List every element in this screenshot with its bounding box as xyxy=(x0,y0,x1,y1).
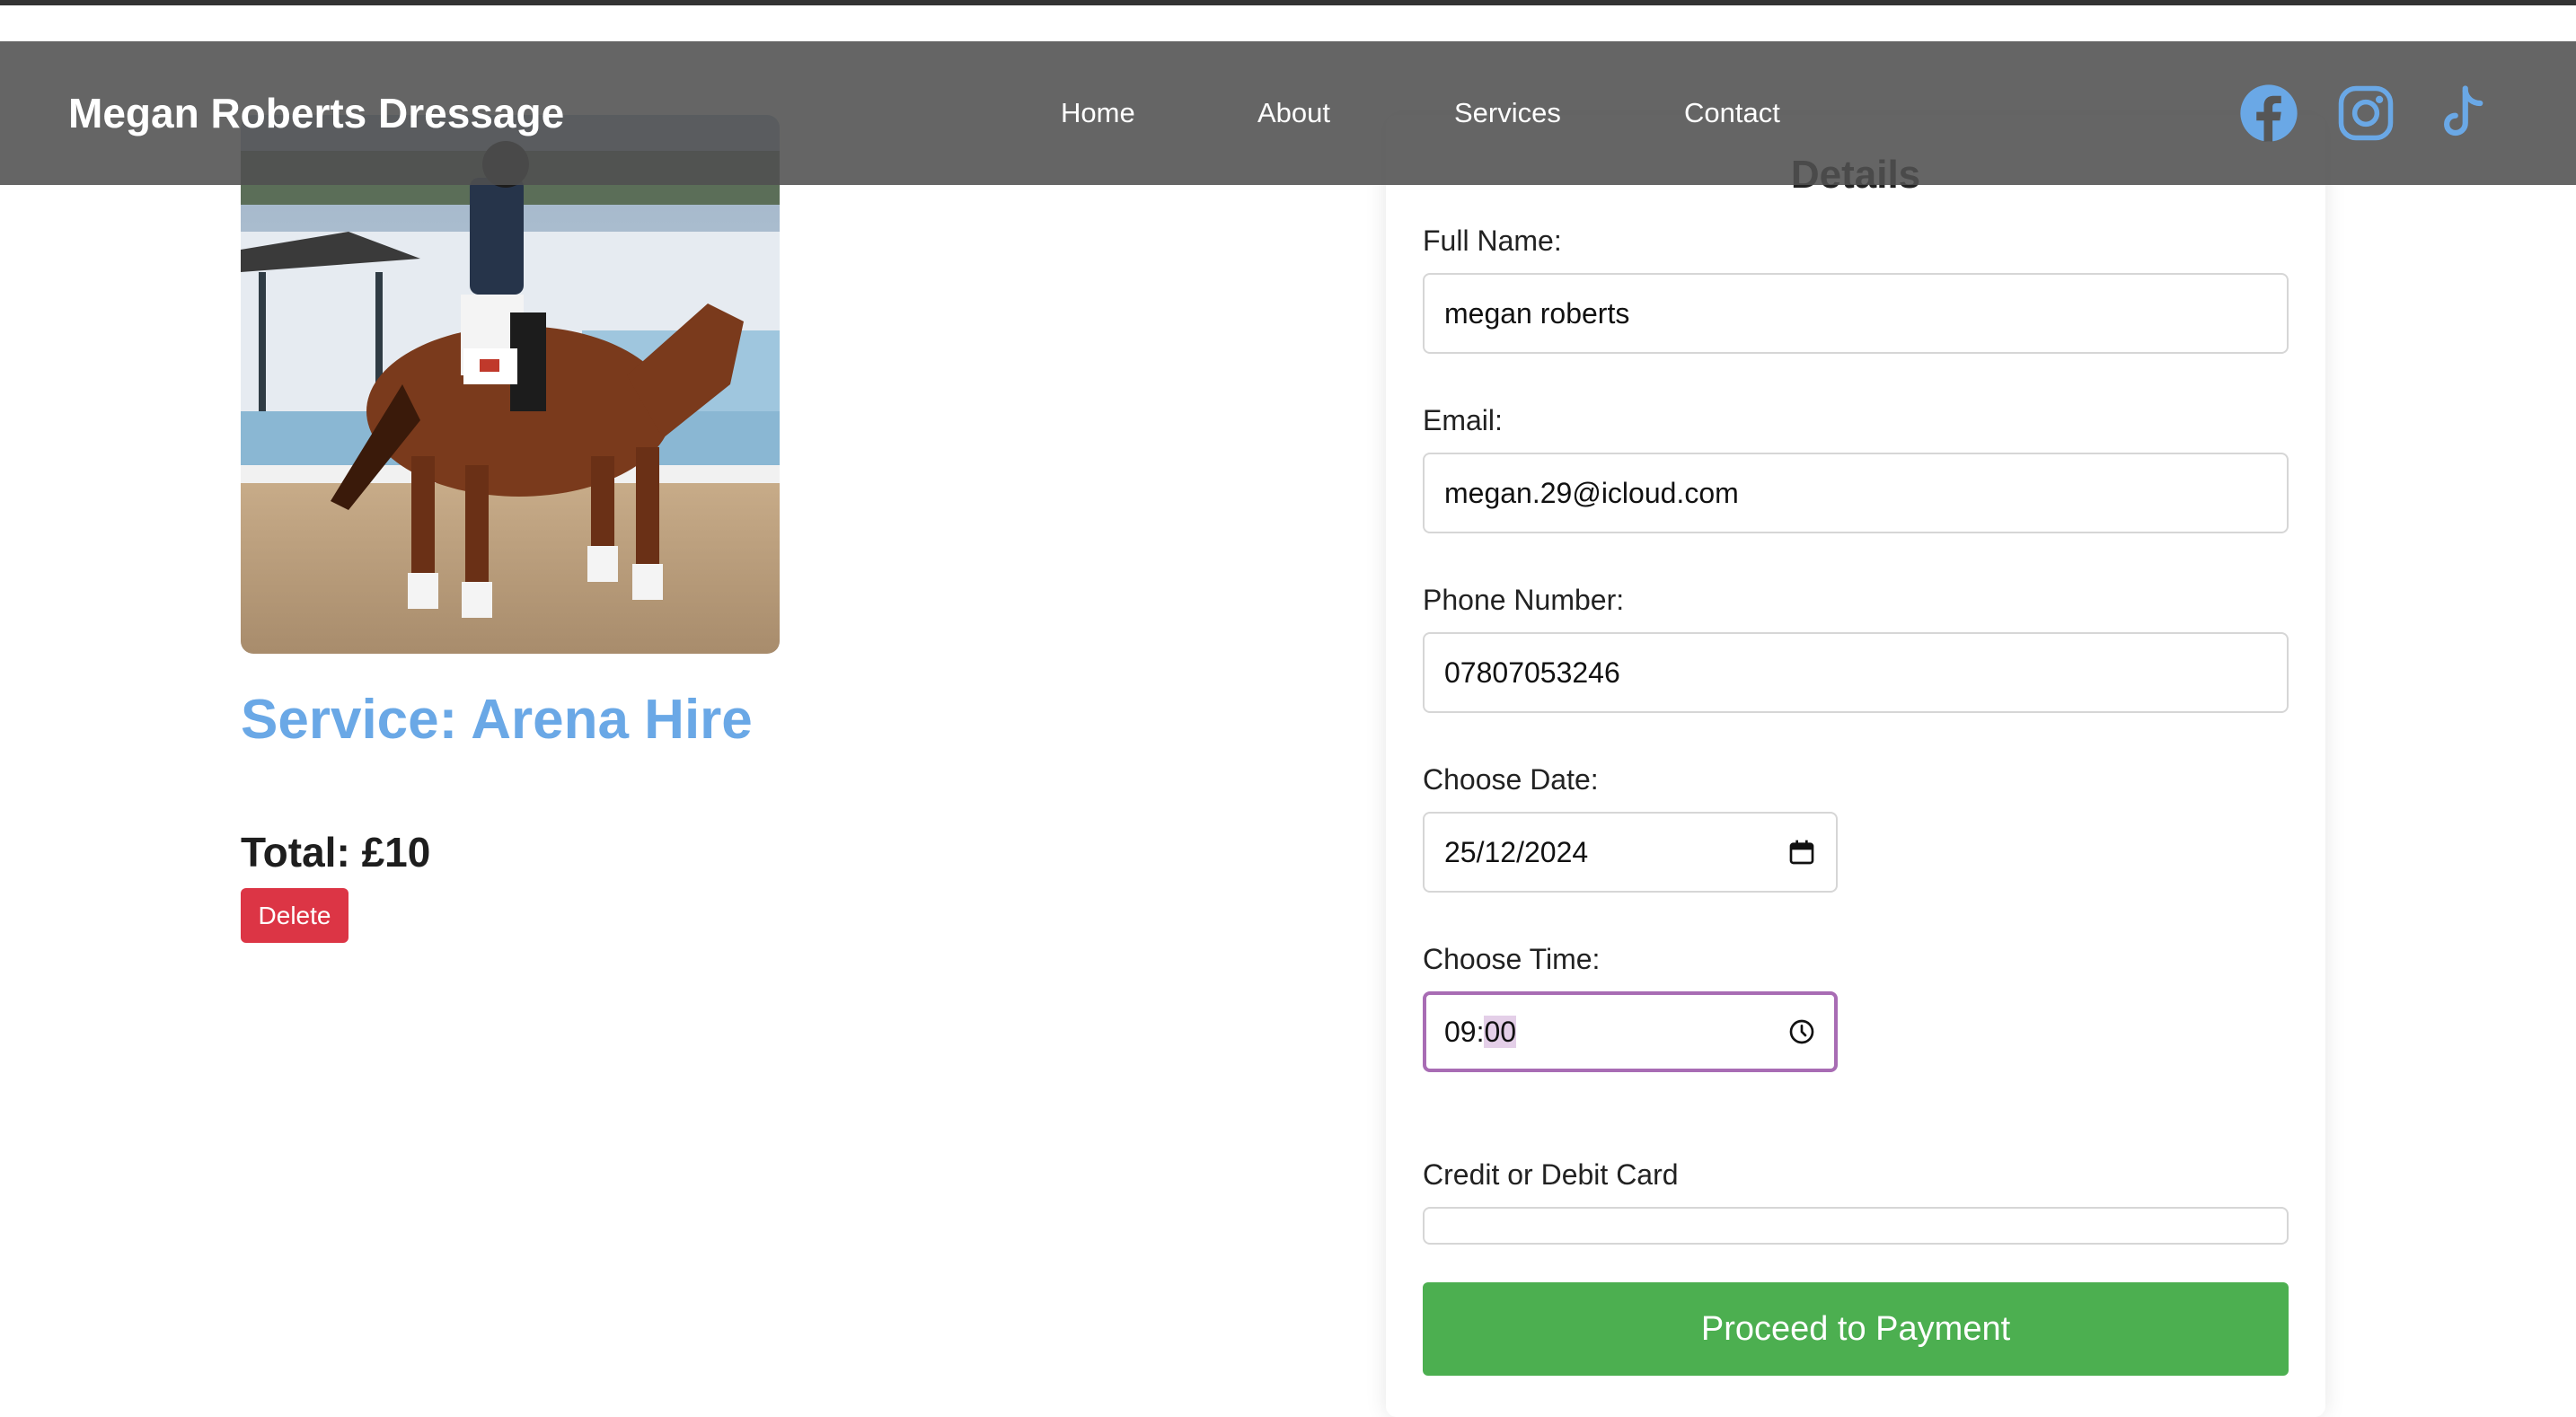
total-price: Total: £10 xyxy=(241,829,431,876)
nav-services[interactable]: Services xyxy=(1454,41,1561,185)
date-label: Choose Date: xyxy=(1423,763,1599,796)
facebook-icon[interactable] xyxy=(2239,84,2298,143)
nav-contact[interactable]: Contact xyxy=(1684,41,1780,185)
nav-about[interactable]: About xyxy=(1257,41,1330,185)
date-value: 25/12/2024 xyxy=(1444,835,1589,868)
card-label: Credit or Debit Card xyxy=(1423,1158,1679,1191)
card-element-input[interactable] xyxy=(1423,1207,2289,1245)
time-input[interactable]: 09:00 xyxy=(1423,991,1838,1072)
service-photo xyxy=(241,115,780,654)
phone-input[interactable] xyxy=(1423,632,2289,713)
time-label: Choose Time: xyxy=(1423,943,1601,975)
proceed-to-payment-button[interactable]: Proceed to Payment xyxy=(1423,1282,2289,1376)
brand-logo[interactable]: Megan Roberts Dressage xyxy=(68,41,564,185)
email-label: Email: xyxy=(1423,404,1503,436)
phone-label: Phone Number: xyxy=(1423,584,1625,616)
full-name-input[interactable] xyxy=(1423,273,2289,354)
nav-home[interactable]: Home xyxy=(1061,41,1135,185)
service-title: Service: Arena Hire xyxy=(241,689,753,751)
clock-icon[interactable] xyxy=(1787,1017,1816,1046)
top-border xyxy=(0,0,2576,5)
email-input[interactable] xyxy=(1423,453,2289,533)
time-value: 09:00 xyxy=(1444,1015,1517,1049)
delete-button[interactable]: Delete xyxy=(241,888,348,943)
time-minutes-selected: 00 xyxy=(1484,1015,1517,1048)
full-name-label: Full Name: xyxy=(1423,224,1562,257)
calendar-icon[interactable] xyxy=(1787,838,1816,867)
navbar: Megan Roberts Dressage Home About Servic… xyxy=(0,41,2576,185)
tiktok-icon[interactable] xyxy=(2433,84,2492,143)
time-hours: 09: xyxy=(1444,1015,1485,1048)
instagram-icon[interactable] xyxy=(2336,84,2395,143)
date-input[interactable]: 25/12/2024 xyxy=(1423,812,1838,893)
